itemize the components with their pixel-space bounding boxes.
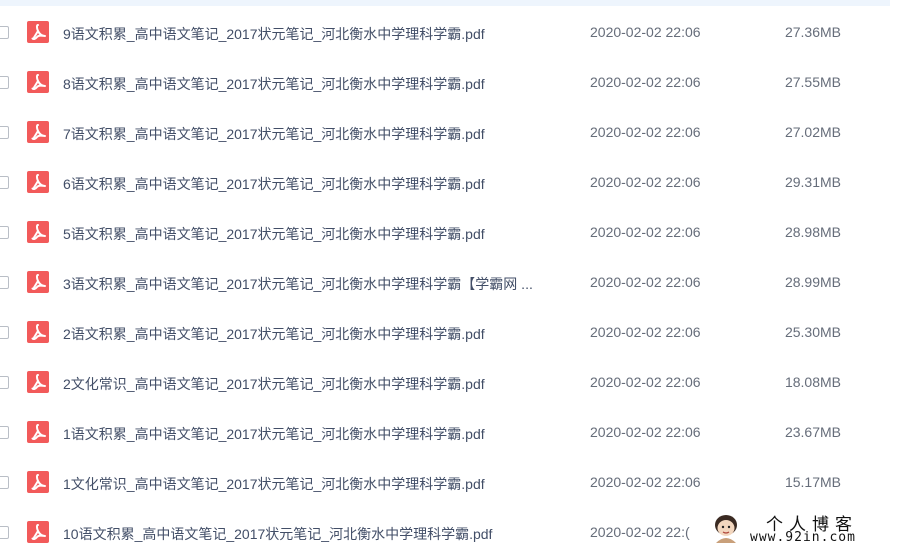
modified-time: 2020-02-02 22:06 [590, 224, 701, 240]
avatar-icon [715, 515, 737, 543]
row-checkbox[interactable] [0, 276, 9, 289]
file-size: 27.55MB [784, 74, 841, 90]
row-checkbox[interactable] [0, 526, 9, 539]
pdf-icon [27, 171, 49, 193]
pdf-icon [27, 371, 49, 393]
row-checkbox[interactable] [0, 76, 9, 89]
file-name[interactable]: 9语文积累_高中语文笔记_2017状元笔记_河北衡水中学理科学霸.pdf [63, 24, 485, 44]
file-name[interactable]: 1文化常识_高中语文笔记_2017状元笔记_河北衡水中学理科学霸.pdf [63, 474, 485, 494]
pdf-icon [27, 221, 49, 243]
modified-time: 2020-02-02 22:06 [590, 274, 701, 290]
modified-time: 2020-02-02 22:06 [590, 74, 701, 90]
file-size: 25.30MB [784, 324, 841, 340]
file-row[interactable]: 2语文积累_高中语文笔记_2017状元笔记_河北衡水中学理科学霸.pdf 2020… [0, 308, 901, 358]
row-checkbox[interactable] [0, 326, 9, 339]
file-row[interactable]: 9语文积累_高中语文笔记_2017状元笔记_河北衡水中学理科学霸.pdf 2020… [0, 8, 901, 58]
modified-time: 2020-02-02 22:06 [590, 424, 701, 440]
file-size: 29.31MB [784, 174, 841, 190]
pdf-icon [27, 321, 49, 343]
row-checkbox[interactable] [0, 176, 9, 189]
pdf-icon [27, 471, 49, 493]
row-checkbox[interactable] [0, 226, 9, 239]
file-name[interactable]: 5语文积累_高中语文笔记_2017状元笔记_河北衡水中学理科学霸.pdf [63, 224, 485, 244]
pdf-icon [27, 521, 49, 543]
file-name[interactable]: 2语文积累_高中语文笔记_2017状元笔记_河北衡水中学理科学霸.pdf [63, 324, 485, 344]
row-checkbox[interactable] [0, 476, 9, 489]
file-name[interactable]: 8语文积累_高中语文笔记_2017状元笔记_河北衡水中学理科学霸.pdf [63, 74, 485, 94]
file-row[interactable]: 3语文积累_高中语文笔记_2017状元笔记_河北衡水中学理科学霸【学霸网 ...… [0, 258, 901, 308]
file-size: 28.99MB [784, 274, 841, 290]
modified-time: 2020-02-02 22:06 [590, 174, 701, 190]
list-header-strip [0, 0, 890, 6]
row-checkbox[interactable] [0, 376, 9, 389]
pdf-icon [27, 271, 49, 293]
file-row[interactable]: 1语文积累_高中语文笔记_2017状元笔记_河北衡水中学理科学霸.pdf 2020… [0, 408, 901, 458]
file-name[interactable]: 7语文积累_高中语文笔记_2017状元笔记_河北衡水中学理科学霸.pdf [63, 124, 485, 144]
modified-time: 2020-02-02 22:06 [590, 24, 701, 40]
pdf-icon [27, 121, 49, 143]
row-checkbox[interactable] [0, 26, 9, 39]
row-checkbox[interactable] [0, 426, 9, 439]
pdf-icon [27, 21, 49, 43]
file-size: 15.17MB [784, 474, 841, 490]
row-checkbox[interactable] [0, 126, 9, 139]
modified-time: 2020-02-02 22:06 [590, 324, 701, 340]
file-row[interactable]: 2文化常识_高中语文笔记_2017状元笔记_河北衡水中学理科学霸.pdf 2020… [0, 358, 901, 408]
file-size: 27.36MB [784, 24, 841, 40]
file-name[interactable]: 1语文积累_高中语文笔记_2017状元笔记_河北衡水中学理科学霸.pdf [63, 424, 485, 444]
file-list: 9语文积累_高中语文笔记_2017状元笔记_河北衡水中学理科学霸.pdf 2020… [0, 8, 901, 558]
file-row[interactable]: 1文化常识_高中语文笔记_2017状元笔记_河北衡水中学理科学霸.pdf 2020… [0, 458, 901, 508]
file-size: 18.08MB [784, 374, 841, 390]
file-row[interactable]: 7语文积累_高中语文笔记_2017状元笔记_河北衡水中学理科学霸.pdf 2020… [0, 108, 901, 158]
pdf-icon [27, 421, 49, 443]
file-size: 27.02MB [784, 124, 841, 140]
file-row[interactable]: 6语文积累_高中语文笔记_2017状元笔记_河北衡水中学理科学霸.pdf 2020… [0, 158, 901, 208]
modified-time: 2020-02-02 22:06 [590, 124, 701, 140]
file-name[interactable]: 2文化常识_高中语文笔记_2017状元笔记_河北衡水中学理科学霸.pdf [63, 374, 485, 394]
file-name[interactable]: 10语文积累_高中语文笔记_2017状元笔记_河北衡水中学理科学霸.pdf [63, 524, 492, 544]
blog-watermark: 个人博客 www.92in.com [706, 509, 901, 550]
pdf-icon [27, 71, 49, 93]
file-name[interactable]: 3语文积累_高中语文笔记_2017状元笔记_河北衡水中学理科学霸【学霸网 ... [63, 274, 533, 294]
file-row[interactable]: 5语文积累_高中语文笔记_2017状元笔记_河北衡水中学理科学霸.pdf 2020… [0, 208, 901, 258]
file-name[interactable]: 6语文积累_高中语文笔记_2017状元笔记_河北衡水中学理科学霸.pdf [63, 174, 485, 194]
modified-time: 2020-02-02 22:06 [590, 374, 701, 390]
watermark-url: www.92in.com [750, 530, 856, 545]
file-row[interactable]: 8语文积累_高中语文笔记_2017状元笔记_河北衡水中学理科学霸.pdf 2020… [0, 58, 901, 108]
modified-time: 2020-02-02 22:06 [590, 474, 701, 490]
file-size: 28.98MB [784, 224, 841, 240]
modified-time: 2020-02-02 22:( [590, 524, 690, 540]
file-size: 23.67MB [784, 424, 841, 440]
